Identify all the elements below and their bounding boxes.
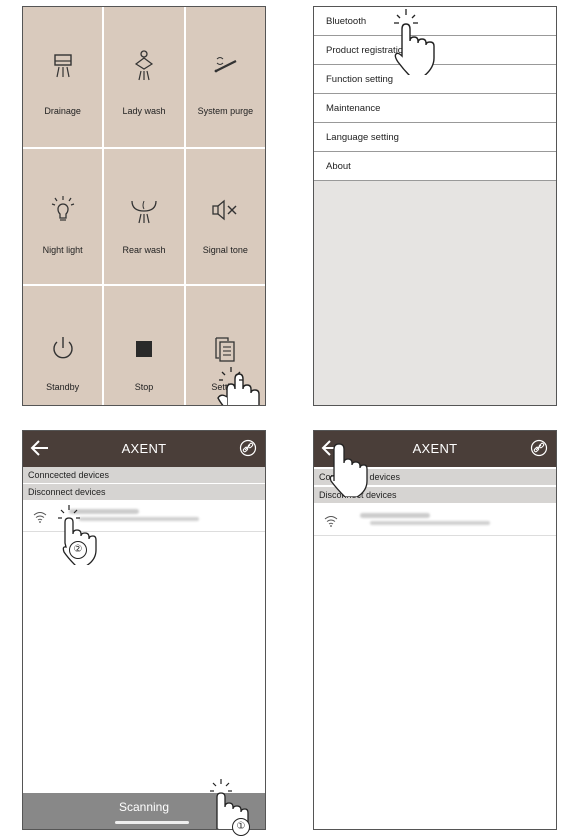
night-light-button[interactable]: Night light [23, 149, 103, 284]
cell-label: Signal tone [202, 245, 248, 255]
device-name-blurred [360, 513, 430, 518]
stop-icon [135, 341, 152, 357]
link-icon[interactable] [239, 439, 257, 457]
drainage-button[interactable]: Drainage [23, 7, 103, 147]
cell-label: Stop [134, 382, 154, 392]
signal-tone-icon [212, 199, 237, 221]
standby-icon [52, 337, 73, 359]
setting-icon [215, 337, 235, 362]
bluetooth-devices-screen: AXENT Conncected devices Disconnect devi… [313, 430, 557, 830]
wifi-icon [33, 512, 47, 523]
rear-wash-icon [131, 200, 157, 224]
cell-label: Drainage [44, 106, 81, 116]
wifi-icon [324, 516, 338, 527]
cell-label: Night light [42, 245, 83, 255]
disconnect-devices-header: Disconnect devices [23, 484, 265, 500]
system-purge-button[interactable]: System purge [185, 7, 265, 147]
home-indicator [115, 821, 189, 824]
menu-item-about[interactable]: About [314, 152, 556, 181]
app-bar: AXENT [23, 431, 265, 467]
lady-wash-icon [134, 50, 154, 81]
cell-label: System purge [197, 106, 254, 116]
cell-label: Lady wash [122, 106, 166, 116]
standby-button[interactable]: Standby [23, 286, 103, 405]
device-list-item[interactable] [314, 507, 556, 536]
tap-hand-icon [217, 367, 260, 405]
tap-hand-icon [329, 443, 368, 497]
device-address-blurred [370, 521, 490, 525]
lady-wash-button[interactable]: Lady wash [104, 7, 184, 147]
app-title: AXENT [121, 441, 167, 456]
menu-item-maintenance[interactable]: Maintenance [314, 94, 556, 123]
drainage-icon [53, 54, 72, 78]
system-purge-icon [214, 57, 237, 73]
cell-label: Standby [46, 382, 80, 392]
function-grid: Drainage Lady wash System purge Night li… [23, 7, 265, 405]
stop-button[interactable]: Stop [104, 286, 184, 405]
function-grid-screen: Drainage Lady wash System purge Night li… [22, 6, 266, 406]
step-1-badge: ① [232, 818, 250, 836]
connected-devices-header: Conncected devices [23, 467, 265, 483]
bluetooth-scan-screen: AXENT Conncected devices Disconnect devi… [22, 430, 266, 830]
settings-menu-screen: Bluetooth Product registration Function … [313, 6, 557, 406]
rear-wash-button[interactable]: Rear wash [104, 149, 184, 284]
night-light-icon [51, 196, 74, 221]
signal-tone-button[interactable]: Signal tone [185, 149, 265, 284]
cell-label: Rear wash [122, 245, 166, 255]
menu-item-language-setting[interactable]: Language setting [314, 123, 556, 152]
step-2-badge: ② [69, 541, 87, 559]
tap-hand-icon [394, 9, 435, 75]
link-icon[interactable] [530, 439, 548, 457]
